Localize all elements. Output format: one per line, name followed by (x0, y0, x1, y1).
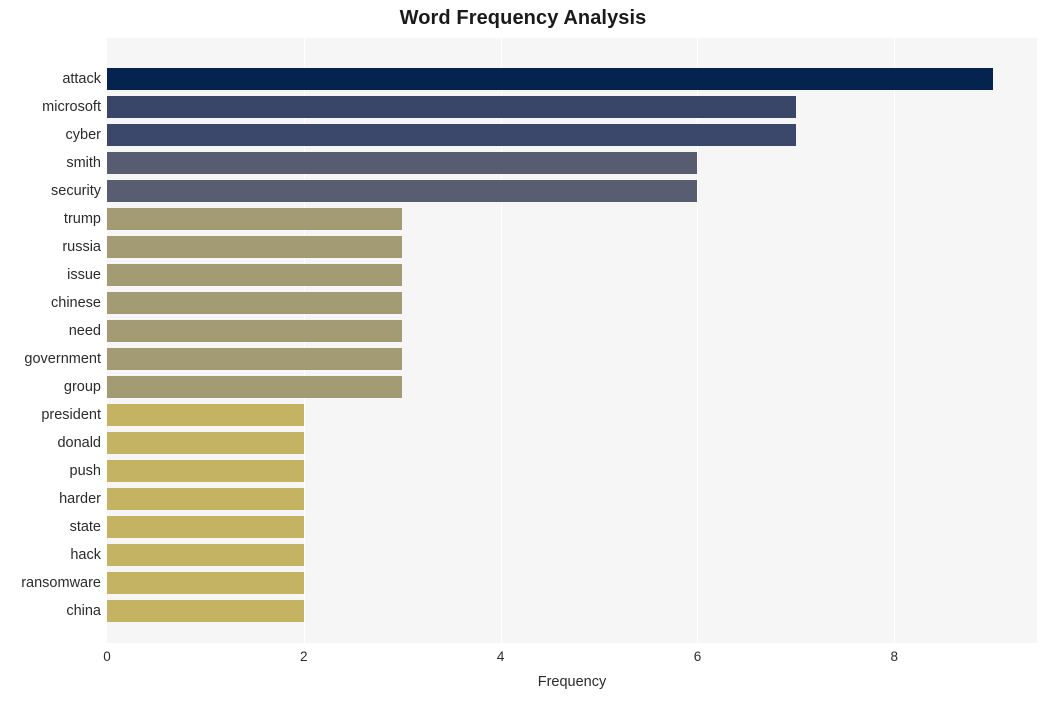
y-tick-label-government: government (24, 351, 101, 367)
y-tick-label-need: need (68, 323, 101, 339)
y-tick-label-push: push (69, 463, 101, 479)
bars-layer (107, 38, 1037, 643)
y-tick-label-microsoft: microsoft (42, 99, 101, 115)
bar-row (107, 569, 1037, 597)
bar-row (107, 93, 1037, 121)
x-tick-label-4: 4 (496, 649, 505, 664)
bar-row (107, 261, 1037, 289)
y-tick-label-state: state (69, 519, 101, 535)
bar-row (107, 541, 1037, 569)
bar-donald[interactable] (107, 432, 304, 454)
bar-row (107, 457, 1037, 485)
bar-ransomware[interactable] (107, 572, 304, 594)
x-tick-label-8: 8 (890, 649, 899, 664)
bar-row (107, 485, 1037, 513)
y-tick-label-russia: russia (62, 239, 101, 255)
bar-trump[interactable] (107, 208, 403, 230)
x-tick-label-0: 0 (103, 649, 111, 664)
x-axis-title: Frequency (537, 674, 607, 690)
y-tick-label-harder: harder (59, 491, 101, 507)
y-tick-label-china: china (66, 603, 101, 619)
y-tick-label-group: group (63, 379, 101, 395)
bar-row (107, 429, 1037, 457)
y-tick-label-attack: attack (62, 71, 101, 87)
bar-harder[interactable] (107, 488, 304, 510)
bar-cyber[interactable] (107, 124, 796, 146)
bar-need[interactable] (107, 320, 403, 342)
bar-hack[interactable] (107, 544, 304, 566)
bar-microsoft[interactable] (107, 96, 796, 118)
y-tick-label-donald: donald (57, 435, 101, 451)
bar-security[interactable] (107, 180, 698, 202)
y-tick-label-president: president (41, 407, 101, 423)
y-tick-label-issue: issue (67, 267, 101, 283)
bar-row (107, 121, 1037, 149)
y-tick-label-security: security (51, 183, 101, 199)
bar-issue[interactable] (107, 264, 403, 286)
bar-row (107, 289, 1037, 317)
y-tick-label-ransomware: ransomware (21, 575, 101, 591)
y-tick-label-trump: trump (63, 211, 101, 227)
bar-row (107, 513, 1037, 541)
bar-row (107, 597, 1037, 625)
x-axis-tick-labels: 0 2 4 6 8 (0, 648, 1046, 670)
bar-row (107, 149, 1037, 177)
bar-push[interactable] (107, 460, 304, 482)
bar-row (107, 401, 1037, 429)
bar-smith[interactable] (107, 152, 698, 174)
bar-chinese[interactable] (107, 292, 403, 314)
bar-attack[interactable] (107, 68, 993, 90)
y-axis-tick-labels: attack microsoft cyber smith security trump ru… (0, 38, 101, 643)
x-tick-label-6: 6 (693, 649, 702, 664)
bar-china[interactable] (107, 600, 304, 622)
bar-group[interactable] (107, 376, 403, 398)
bar-russia[interactable] (107, 236, 403, 258)
y-tick-label-cyber: cyber (65, 127, 101, 143)
x-tick-label-2: 2 (300, 649, 308, 664)
bar-row (107, 345, 1037, 373)
y-tick-label-chinese: chinese (51, 295, 101, 311)
bar-row (107, 233, 1037, 261)
bar-row (107, 65, 1037, 93)
word-frequency-chart: Word Frequency Analysis attack microsoft c… (0, 0, 1046, 701)
bar-president[interactable] (107, 404, 304, 426)
bar-row (107, 177, 1037, 205)
bar-row (107, 373, 1037, 401)
y-tick-label-smith: smith (66, 155, 101, 171)
bar-row (107, 317, 1037, 345)
bar-row (107, 205, 1037, 233)
y-tick-label-hack: hack (70, 547, 101, 563)
chart-title: Word Frequency Analysis (399, 7, 647, 29)
bar-state[interactable] (107, 516, 304, 538)
bar-government[interactable] (107, 348, 403, 370)
